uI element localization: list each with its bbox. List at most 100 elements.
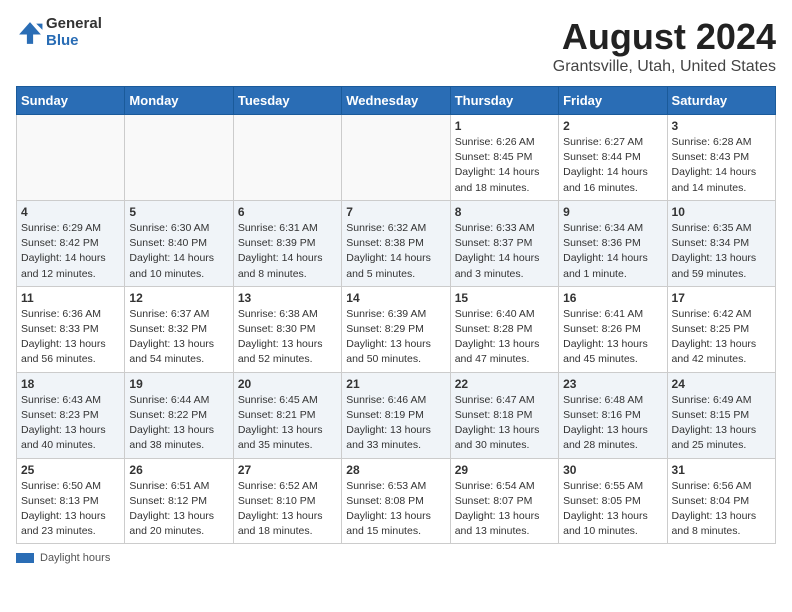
col-header-saturday: Saturday [667, 87, 775, 115]
day-info: Sunrise: 6:50 AM Sunset: 8:13 PM Dayligh… [21, 479, 120, 540]
day-number: 8 [455, 205, 554, 219]
day-number: 21 [346, 377, 445, 391]
day-info: Sunrise: 6:43 AM Sunset: 8:23 PM Dayligh… [21, 393, 120, 454]
day-info: Sunrise: 6:51 AM Sunset: 8:12 PM Dayligh… [129, 479, 228, 540]
day-info: Sunrise: 6:28 AM Sunset: 8:43 PM Dayligh… [672, 135, 771, 196]
calendar-cell: 22 Sunrise: 6:47 AM Sunset: 8:18 PM Dayli… [450, 372, 558, 458]
calendar-cell: 6 Sunrise: 6:31 AM Sunset: 8:39 PM Daylig… [233, 200, 341, 286]
day-number: 7 [346, 205, 445, 219]
day-number: 27 [238, 463, 337, 477]
day-info: Sunrise: 6:31 AM Sunset: 8:39 PM Dayligh… [238, 221, 337, 282]
calendar-cell: 30 Sunrise: 6:55 AM Sunset: 8:05 PM Dayli… [559, 458, 667, 544]
calendar-cell: 20 Sunrise: 6:45 AM Sunset: 8:21 PM Dayli… [233, 372, 341, 458]
calendar-cell: 15 Sunrise: 6:40 AM Sunset: 8:28 PM Dayli… [450, 286, 558, 372]
logo-general-text: General [46, 16, 102, 33]
calendar-cell: 4 Sunrise: 6:29 AM Sunset: 8:42 PM Daylig… [17, 200, 125, 286]
day-number: 4 [21, 205, 120, 219]
calendar-cell: 25 Sunrise: 6:50 AM Sunset: 8:13 PM Dayli… [17, 458, 125, 544]
day-number: 9 [563, 205, 662, 219]
day-info: Sunrise: 6:48 AM Sunset: 8:16 PM Dayligh… [563, 393, 662, 454]
calendar-cell: 12Sunrise: 6:37 AM Sunset: 8:32 PM Dayli… [125, 286, 233, 372]
day-info: Sunrise: 6:52 AM Sunset: 8:10 PM Dayligh… [238, 479, 337, 540]
logo: General Blue [16, 16, 102, 49]
col-header-wednesday: Wednesday [342, 87, 450, 115]
subtitle: Grantsville, Utah, United States [553, 58, 776, 76]
day-info: Sunrise: 6:37 AM Sunset: 8:32 PM Dayligh… [129, 307, 228, 368]
day-number: 15 [455, 291, 554, 305]
logo-blue-text: Blue [46, 33, 102, 50]
day-number: 24 [672, 377, 771, 391]
calendar-cell: 18Sunrise: 6:43 AM Sunset: 8:23 PM Dayli… [17, 372, 125, 458]
week-row-2: 4 Sunrise: 6:29 AM Sunset: 8:42 PM Daylig… [17, 200, 776, 286]
day-info: Sunrise: 6:30 AM Sunset: 8:40 PM Dayligh… [129, 221, 228, 282]
day-info: Sunrise: 6:53 AM Sunset: 8:08 PM Dayligh… [346, 479, 445, 540]
col-header-thursday: Thursday [450, 87, 558, 115]
day-number: 17 [672, 291, 771, 305]
day-info: Sunrise: 6:49 AM Sunset: 8:15 PM Dayligh… [672, 393, 771, 454]
day-info: Sunrise: 6:26 AM Sunset: 8:45 PM Dayligh… [455, 135, 554, 196]
calendar-cell: 24 Sunrise: 6:49 AM Sunset: 8:15 PM Dayli… [667, 372, 775, 458]
day-number: 19 [129, 377, 228, 391]
daylight-bar-icon [16, 553, 34, 563]
col-header-monday: Monday [125, 87, 233, 115]
col-header-friday: Friday [559, 87, 667, 115]
day-number: 28 [346, 463, 445, 477]
calendar-cell: 21 Sunrise: 6:46 AM Sunset: 8:19 PM Dayli… [342, 372, 450, 458]
day-number: 23 [563, 377, 662, 391]
day-number: 11 [21, 291, 120, 305]
logo-text: General Blue [46, 16, 102, 49]
calendar-cell [342, 115, 450, 201]
main-title: August 2024 [553, 16, 776, 58]
day-info: Sunrise: 6:54 AM Sunset: 8:07 PM Dayligh… [455, 479, 554, 540]
day-info: Sunrise: 6:42 AM Sunset: 8:25 PM Dayligh… [672, 307, 771, 368]
day-info: Sunrise: 6:34 AM Sunset: 8:36 PM Dayligh… [563, 221, 662, 282]
day-number: 5 [129, 205, 228, 219]
calendar-cell [125, 115, 233, 201]
header-row: SundayMondayTuesdayWednesdayThursdayFrid… [17, 87, 776, 115]
day-number: 20 [238, 377, 337, 391]
day-info: Sunrise: 6:47 AM Sunset: 8:18 PM Dayligh… [455, 393, 554, 454]
day-number: 2 [563, 119, 662, 133]
calendar-cell: 1Sunrise: 6:26 AM Sunset: 8:45 PM Daylig… [450, 115, 558, 201]
day-info: Sunrise: 6:56 AM Sunset: 8:04 PM Dayligh… [672, 479, 771, 540]
col-header-tuesday: Tuesday [233, 87, 341, 115]
day-number: 14 [346, 291, 445, 305]
day-number: 25 [21, 463, 120, 477]
day-info: Sunrise: 6:33 AM Sunset: 8:37 PM Dayligh… [455, 221, 554, 282]
calendar-cell: 19Sunrise: 6:44 AM Sunset: 8:22 PM Dayli… [125, 372, 233, 458]
calendar-cell: 8 Sunrise: 6:33 AM Sunset: 8:37 PM Daylig… [450, 200, 558, 286]
calendar-cell: 28 Sunrise: 6:53 AM Sunset: 8:08 PM Dayli… [342, 458, 450, 544]
day-number: 13 [238, 291, 337, 305]
day-number: 6 [238, 205, 337, 219]
week-row-3: 11Sunrise: 6:36 AM Sunset: 8:33 PM Dayli… [17, 286, 776, 372]
calendar-cell [233, 115, 341, 201]
day-number: 3 [672, 119, 771, 133]
week-row-5: 25 Sunrise: 6:50 AM Sunset: 8:13 PM Dayli… [17, 458, 776, 544]
header: General Blue August 2024 Grantsville, Ut… [16, 16, 776, 76]
day-info: Sunrise: 6:45 AM Sunset: 8:21 PM Dayligh… [238, 393, 337, 454]
footer-note: Daylight hours [16, 552, 776, 564]
title-area: August 2024 Grantsville, Utah, United St… [553, 16, 776, 76]
calendar-cell: 17 Sunrise: 6:42 AM Sunset: 8:25 PM Dayli… [667, 286, 775, 372]
calendar-cell: 14 Sunrise: 6:39 AM Sunset: 8:29 PM Dayli… [342, 286, 450, 372]
logo-icon [16, 19, 44, 47]
week-row-1: 1Sunrise: 6:26 AM Sunset: 8:45 PM Daylig… [17, 115, 776, 201]
day-info: Sunrise: 6:41 AM Sunset: 8:26 PM Dayligh… [563, 307, 662, 368]
calendar-cell: 11Sunrise: 6:36 AM Sunset: 8:33 PM Dayli… [17, 286, 125, 372]
calendar-cell: 23 Sunrise: 6:48 AM Sunset: 8:16 PM Dayli… [559, 372, 667, 458]
day-number: 26 [129, 463, 228, 477]
day-info: Sunrise: 6:46 AM Sunset: 8:19 PM Dayligh… [346, 393, 445, 454]
day-number: 16 [563, 291, 662, 305]
day-info: Sunrise: 6:40 AM Sunset: 8:28 PM Dayligh… [455, 307, 554, 368]
day-number: 31 [672, 463, 771, 477]
day-info: Sunrise: 6:55 AM Sunset: 8:05 PM Dayligh… [563, 479, 662, 540]
day-number: 30 [563, 463, 662, 477]
day-info: Sunrise: 6:39 AM Sunset: 8:29 PM Dayligh… [346, 307, 445, 368]
calendar-cell: 13Sunrise: 6:38 AM Sunset: 8:30 PM Dayli… [233, 286, 341, 372]
day-info: Sunrise: 6:29 AM Sunset: 8:42 PM Dayligh… [21, 221, 120, 282]
day-number: 22 [455, 377, 554, 391]
calendar-cell: 2 Sunrise: 6:27 AM Sunset: 8:44 PM Daylig… [559, 115, 667, 201]
calendar-cell: 29Sunrise: 6:54 AM Sunset: 8:07 PM Dayli… [450, 458, 558, 544]
day-info: Sunrise: 6:27 AM Sunset: 8:44 PM Dayligh… [563, 135, 662, 196]
calendar-table: SundayMondayTuesdayWednesdayThursdayFrid… [16, 86, 776, 544]
